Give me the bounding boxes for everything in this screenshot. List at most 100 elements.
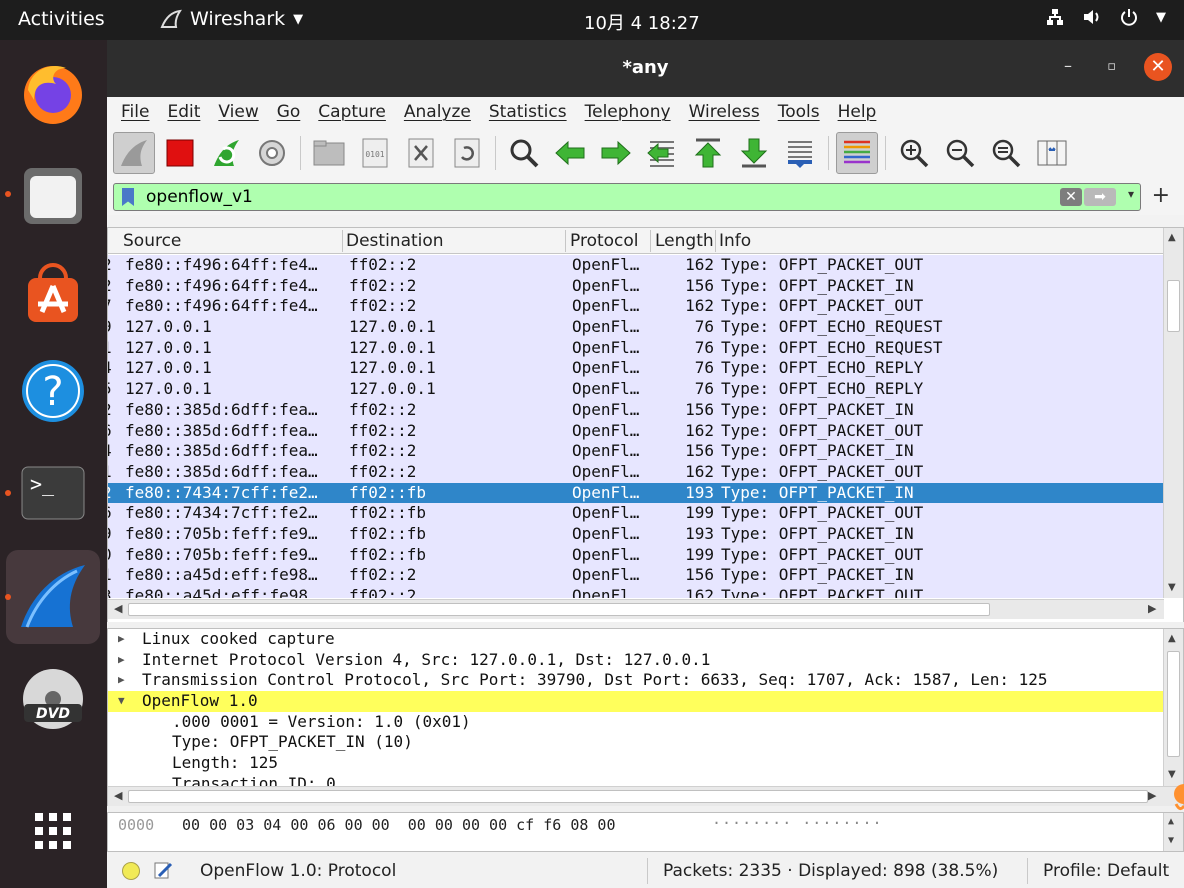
colorize-button[interactable]: [836, 132, 878, 174]
menu-view[interactable]: View: [218, 102, 258, 122]
maximize-button[interactable]: ▫: [1107, 59, 1116, 74]
detail-tree-item[interactable]: .000 0001 = Version: 1.0 (0x01): [108, 712, 1163, 733]
clock[interactable]: 10月 4 18:27: [584, 9, 700, 35]
dock-dvd[interactable]: DVD: [14, 660, 92, 738]
bytes-hex[interactable]: 00 00 03 04 00 06 00 00 00 00 00 00 cf f…: [182, 816, 615, 834]
collapsed-arrow-icon[interactable]: ▶: [118, 629, 125, 650]
scroll-right-icon[interactable]: ▶: [1148, 602, 1156, 615]
detail-tree-item[interactable]: ▶ Transmission Control Protocol, Src Port…: [108, 670, 1163, 691]
scroll-thumb[interactable]: [1167, 280, 1180, 332]
bookmark-icon[interactable]: [122, 188, 134, 206]
scroll-right-icon[interactable]: ▶: [1148, 789, 1156, 802]
menu-capture[interactable]: Capture: [318, 102, 386, 122]
details-hscroll[interactable]: ◀ ▶: [108, 786, 1183, 806]
scroll-left-icon[interactable]: ◀: [114, 789, 122, 802]
table-row[interactable]: 3 fe80::a45d:eff:fe98… ff02::2 OpenFl… 162 Ty…: [108, 586, 1163, 598]
dock-software[interactable]: [14, 254, 92, 332]
detail-tree-item[interactable]: Length: 125: [108, 753, 1163, 774]
close-file-button[interactable]: [400, 132, 442, 174]
table-row[interactable]: 0 fe80::705b:feff:fe9… ff02::fb OpenFl… 199 T…: [108, 544, 1163, 566]
app-menu[interactable]: Wireshark ▼: [160, 8, 303, 30]
last-packet-button[interactable]: [733, 132, 775, 174]
menu-statistics[interactable]: Statistics: [489, 102, 567, 122]
open-file-button[interactable]: [308, 132, 350, 174]
details-vscroll[interactable]: ▲ ▼: [1163, 629, 1183, 786]
activities-button[interactable]: Activities: [18, 8, 105, 30]
column-length[interactable]: Length: [655, 231, 713, 251]
start-capture-button[interactable]: [113, 132, 155, 174]
scroll-up-icon[interactable]: ▲: [1168, 232, 1176, 243]
table-row[interactable]: 1 fe80::a45d:eff:fe98… ff02::2 OpenFl… 156 Ty…: [108, 565, 1163, 586]
menu-help[interactable]: Help: [838, 102, 877, 122]
detail-tree-item[interactable]: ▶ Linux cooked capture: [108, 629, 1163, 650]
first-packet-button[interactable]: [687, 132, 729, 174]
column-divider[interactable]: [565, 230, 566, 252]
dock-wireshark[interactable]: [6, 550, 100, 644]
collapsed-arrow-icon[interactable]: ▶: [118, 650, 125, 671]
scroll-thumb[interactable]: [128, 603, 990, 616]
scroll-up-icon[interactable]: ▲: [1168, 633, 1176, 644]
column-info[interactable]: Info: [719, 231, 751, 251]
scroll-down-icon[interactable]: ▼: [1168, 582, 1176, 593]
expert-info-indicator[interactable]: [122, 862, 140, 880]
table-row[interactable]: 6 fe80::385d:6dff:fea… ff02::2 OpenFl… 162 Ty…: [108, 420, 1163, 442]
dock-files[interactable]: [14, 156, 92, 234]
reload-file-button[interactable]: [446, 132, 488, 174]
dock-terminal[interactable]: >_: [14, 454, 92, 532]
table-row[interactable]: 4 fe80::385d:6dff:fea… ff02::2 OpenFl… 156 Ty…: [108, 441, 1163, 462]
table-row[interactable]: 2 fe80::f496:64ff:fe4… ff02::2 OpenFl… 156 Ty…: [108, 275, 1163, 297]
capture-options-button[interactable]: [251, 132, 293, 174]
column-divider[interactable]: [715, 230, 716, 252]
column-protocol[interactable]: Protocol: [570, 231, 639, 251]
filter-history-dropdown[interactable]: ▾: [1128, 187, 1134, 201]
column-divider[interactable]: [650, 230, 651, 252]
table-row[interactable]: 7 fe80::f496:64ff:fe4… ff02::2 OpenFl… 162 Ty…: [108, 296, 1163, 318]
profile-selector[interactable]: Profile: Default: [1043, 861, 1169, 881]
show-apps-button[interactable]: [14, 792, 92, 870]
go-to-packet-button[interactable]: [641, 132, 683, 174]
minimize-button[interactable]: –: [1064, 56, 1072, 75]
table-row[interactable]: 2 fe80::f496:64ff:fe4… ff02::2 OpenFl… 162 Ty…: [108, 255, 1163, 276]
notification-badge-icon[interactable]: [1170, 782, 1184, 812]
scroll-thumb[interactable]: [1167, 651, 1180, 757]
go-forward-button[interactable]: [595, 132, 637, 174]
detail-tree-item[interactable]: Type: OFPT_PACKET_IN (10): [108, 732, 1163, 753]
dock-firefox[interactable]: [14, 54, 92, 132]
scroll-thumb[interactable]: [128, 790, 1148, 803]
table-row[interactable]: 6 fe80::7434:7cff:fe2… ff02::fb OpenFl… 199 T…: [108, 503, 1163, 524]
column-divider[interactable]: [342, 230, 343, 252]
table-row[interactable]: 4 127.0.0.1 127.0.0.1 OpenFl… 76 Type: OFPT_E…: [108, 358, 1163, 380]
bytes-vscroll[interactable]: ▲ ▼: [1163, 813, 1183, 851]
scroll-up-icon[interactable]: ▲: [1168, 816, 1174, 827]
column-destination[interactable]: Destination: [346, 231, 444, 251]
collapsed-arrow-icon[interactable]: ▶: [118, 670, 125, 691]
column-source[interactable]: Source: [123, 231, 181, 251]
table-row[interactable]: 2 fe80::385d:6dff:fea… ff02::2 OpenFl… 156 Ty…: [108, 399, 1163, 421]
menu-go[interactable]: Go: [277, 102, 301, 122]
bytes-ascii[interactable]: ········ ········: [712, 814, 883, 832]
clear-filter-button[interactable]: ✕: [1060, 188, 1082, 206]
menu-file[interactable]: File: [121, 102, 149, 122]
apply-filter-button[interactable]: ➡: [1084, 188, 1116, 206]
table-row[interactable]: 5 127.0.0.1 127.0.0.1 OpenFl… 76 Type: OFPT_E…: [108, 379, 1163, 400]
menu-edit[interactable]: Edit: [167, 102, 200, 122]
table-row[interactable]: 9 127.0.0.1 127.0.0.1 OpenFl… 76 Type: OFPT_E…: [108, 317, 1163, 338]
system-tray[interactable]: ▼: [1046, 8, 1166, 28]
menu-tools[interactable]: Tools: [778, 102, 820, 122]
detail-tree-item[interactable]: ▶ Internet Protocol Version 4, Src: 127.0…: [108, 650, 1163, 671]
menu-analyze[interactable]: Analyze: [404, 102, 471, 122]
scroll-left-icon[interactable]: ◀: [114, 602, 122, 615]
zoom-in-button[interactable]: [893, 132, 935, 174]
add-filter-button[interactable]: +: [1152, 183, 1170, 208]
table-row[interactable]: 1 127.0.0.1 127.0.0.1 OpenFl… 76 Type: OFPT_E…: [108, 337, 1163, 359]
find-packet-button[interactable]: [503, 132, 545, 174]
stop-capture-button[interactable]: [159, 132, 201, 174]
edit-comment-icon[interactable]: [153, 860, 173, 880]
zoom-out-button[interactable]: [939, 132, 981, 174]
packet-list-hscroll[interactable]: ◀ ▶: [108, 599, 1164, 619]
scroll-down-icon[interactable]: ▼: [1168, 769, 1176, 780]
detail-tree-item[interactable]: ▼ OpenFlow 1.0: [108, 691, 1163, 712]
table-row[interactable]: 9 fe80::705b:feff:fe9… ff02::fb OpenFl… 193 T…: [108, 523, 1163, 545]
autoscroll-button[interactable]: [779, 132, 821, 174]
packet-list-vscroll[interactable]: ▲ ▼: [1163, 228, 1183, 598]
